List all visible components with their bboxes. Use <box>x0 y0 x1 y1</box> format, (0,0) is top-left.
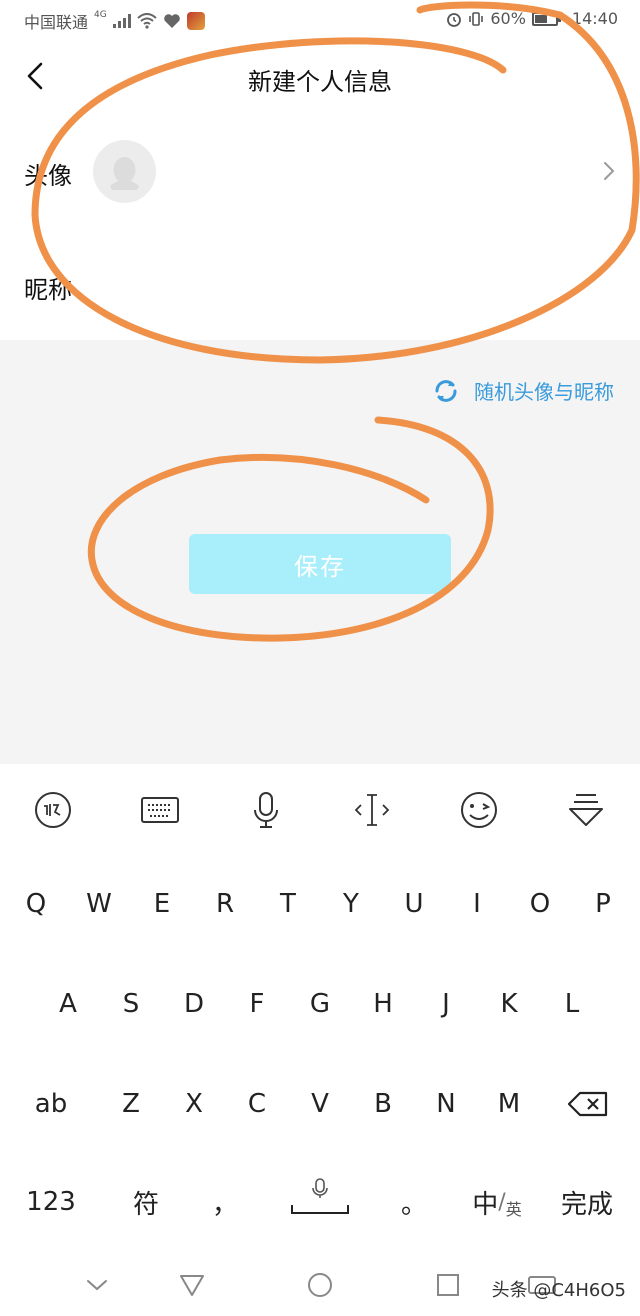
lang-separator: / <box>498 1189 506 1215</box>
network-type: 4G <box>94 10 107 20</box>
navigation-bar: 头条 @C4H6O5 <box>0 1252 640 1316</box>
avatar[interactable] <box>93 140 156 203</box>
key-z[interactable]: Z <box>102 1074 160 1134</box>
keyboard-icon <box>141 797 179 823</box>
key-e[interactable]: E <box>133 874 191 934</box>
home-circle-icon <box>308 1273 332 1297</box>
collapse-keyboard-icon <box>569 794 603 826</box>
home-nav-button[interactable] <box>305 1270 335 1300</box>
key-123[interactable]: 123 <box>22 1172 80 1232</box>
key-y[interactable]: Y <box>322 874 380 934</box>
nickname-label: 昵称 <box>24 276 72 304</box>
key-p[interactable]: P <box>574 874 632 934</box>
recents-nav-button[interactable] <box>433 1270 463 1300</box>
watermark: 头条 @C4H6O5 <box>491 1280 626 1301</box>
key-j[interactable]: J <box>417 974 475 1034</box>
space-key[interactable] <box>286 1164 354 1234</box>
chevron-right-icon <box>604 162 615 180</box>
heart-rate-icon <box>163 14 180 28</box>
collapse-keyboard-button[interactable] <box>564 788 608 832</box>
key-w[interactable]: W <box>70 874 128 934</box>
language-switch-key[interactable]: 中 / 英 <box>464 1172 530 1232</box>
hide-icon <box>87 1280 107 1291</box>
cursor-icon <box>354 794 390 826</box>
key-l[interactable]: L <box>543 974 601 1034</box>
emoji-button[interactable] <box>457 788 501 832</box>
emoji-icon <box>461 792 497 828</box>
backspace-key[interactable] <box>559 1074 617 1134</box>
recents-square-icon <box>437 1274 459 1296</box>
microphone-icon <box>254 792 278 828</box>
battery-percent: 60% <box>490 9 526 28</box>
key-s[interactable]: S <box>102 974 160 1034</box>
content-area: 随机头像与昵称 保存 <box>0 340 640 764</box>
key-f[interactable]: F <box>228 974 286 1034</box>
xunfei-icon <box>35 792 71 828</box>
key-a[interactable]: A <box>39 974 97 1034</box>
header: 新建个人信息 <box>0 38 640 116</box>
default-avatar-icon <box>110 157 139 190</box>
refresh-icon <box>435 379 457 402</box>
key-period[interactable]: 。 <box>385 1172 443 1232</box>
random-label: 随机头像与昵称 <box>474 380 614 404</box>
key-v[interactable]: V <box>291 1074 349 1134</box>
page-title: 新建个人信息 <box>248 68 392 96</box>
keyboard-toolbar <box>0 764 640 852</box>
key-t[interactable]: T <box>259 874 317 934</box>
nickname-row[interactable]: 昵称 <box>0 228 640 340</box>
key-n[interactable]: N <box>417 1074 475 1134</box>
key-d[interactable]: D <box>165 974 223 1034</box>
clock: 14:40 <box>571 9 618 28</box>
key-h[interactable]: H <box>354 974 412 1034</box>
key-x[interactable]: X <box>165 1074 223 1134</box>
key-r[interactable]: R <box>196 874 254 934</box>
carrier-name: 中国联通 <box>24 13 89 32</box>
wifi-icon <box>137 13 157 29</box>
key-b[interactable]: B <box>354 1074 412 1134</box>
back-triangle-icon <box>180 1275 204 1296</box>
key-g[interactable]: G <box>291 974 349 1034</box>
done-key[interactable]: 完成 <box>554 1172 620 1232</box>
save-button[interactable]: 保存 <box>189 534 451 594</box>
back-nav-button[interactable] <box>177 1270 207 1300</box>
app-notification-icon <box>186 12 205 30</box>
key-i[interactable]: I <box>448 874 506 934</box>
voice-input-button[interactable] <box>244 788 288 832</box>
status-bar: 中国联通 4G 60% 14:40 <box>0 0 640 38</box>
cursor-move-button[interactable] <box>350 788 394 832</box>
key-q[interactable]: Q <box>7 874 65 934</box>
battery-icon <box>531 11 561 26</box>
lang-main: 中 <box>472 1189 499 1220</box>
key-k[interactable]: K <box>480 974 538 1034</box>
key-symbol[interactable]: 符 <box>117 1172 175 1232</box>
vibrate-icon <box>469 11 484 26</box>
soft-keyboard: Q W E R T Y U I O P A S D F G H J K L ab… <box>0 764 640 1252</box>
key-o[interactable]: O <box>511 874 569 934</box>
key-m[interactable]: M <box>480 1074 538 1134</box>
avatar-row[interactable]: 头像 <box>0 116 640 228</box>
key-u[interactable]: U <box>385 874 443 934</box>
backspace-icon <box>567 1091 608 1117</box>
key-comma[interactable]: ， <box>196 1172 254 1232</box>
signal-icon <box>112 14 131 28</box>
key-ab[interactable]: ab <box>22 1074 80 1134</box>
lang-sub: 英 <box>505 1200 522 1219</box>
keyboard-layout-button[interactable] <box>138 788 182 832</box>
xunfei-button[interactable] <box>31 788 75 832</box>
alarm-icon <box>447 12 462 27</box>
avatar-label: 头像 <box>24 162 72 190</box>
random-avatar-nickname-button[interactable]: 随机头像与昵称 <box>432 376 614 405</box>
key-c[interactable]: C <box>228 1074 286 1134</box>
hide-keyboard-button[interactable] <box>82 1270 112 1300</box>
space-mic-icon <box>291 1178 349 1214</box>
